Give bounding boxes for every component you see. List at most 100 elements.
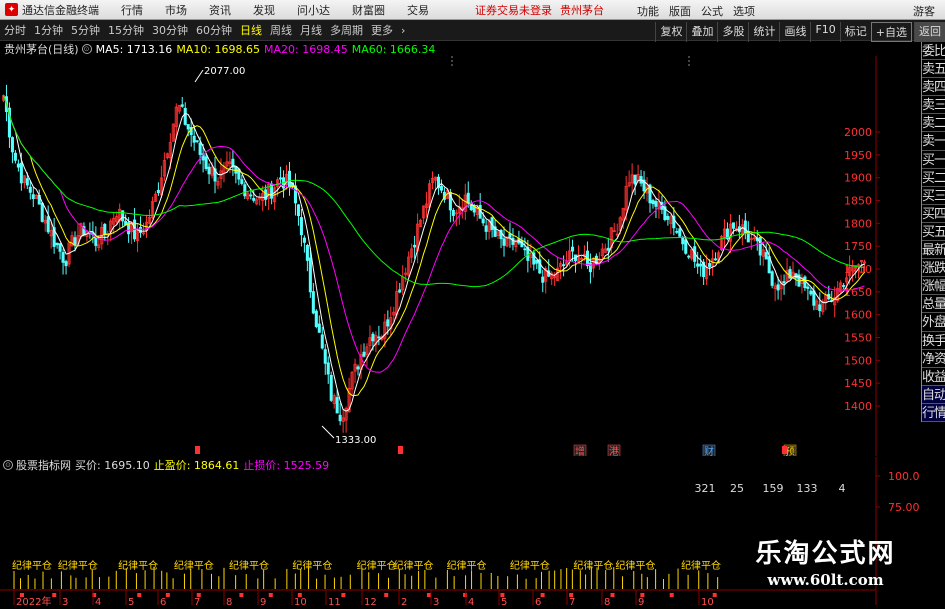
sidebar-item[interactable]: 卖二 xyxy=(922,114,945,133)
sidebar-item[interactable]: 委比 xyxy=(922,42,945,61)
menu-options[interactable]: 选项 xyxy=(733,3,755,19)
sidebar-item[interactable]: 收益 xyxy=(922,368,945,386)
menu-item-market[interactable]: 市场 xyxy=(165,2,187,18)
price-tick-label: 1800 xyxy=(844,217,872,230)
menu-formula[interactable]: 公式 xyxy=(701,3,723,19)
period-tab[interactable]: 1分钟 xyxy=(30,22,67,38)
tool-overlay[interactable]: 叠加 xyxy=(686,22,717,42)
candle-body xyxy=(55,242,59,246)
tool-stats[interactable]: 统计 xyxy=(748,22,779,42)
candle-body xyxy=(743,220,747,234)
sidebar-item[interactable]: 自动 xyxy=(922,385,945,404)
period-tab[interactable]: 分时 xyxy=(0,22,30,38)
period-tab-more[interactable]: 更多 xyxy=(367,22,397,38)
x-tick-label: 8 xyxy=(226,597,232,608)
sidebar-item[interactable]: 卖五 xyxy=(922,60,945,79)
candle-body xyxy=(338,414,342,422)
event-marker-label: 增 xyxy=(575,445,585,456)
period-tab[interactable]: 15分钟 xyxy=(104,22,148,38)
price-tick-label: 1850 xyxy=(844,195,872,208)
tool-mark[interactable]: 标记 xyxy=(839,22,871,42)
candle-body xyxy=(764,252,768,260)
sidebar-item[interactable]: 卖四 xyxy=(922,78,945,97)
menu-item-assistant[interactable]: 问小达 xyxy=(297,2,330,18)
guest-user[interactable]: 游客 xyxy=(913,3,935,19)
signal-text: 纪律平仓 xyxy=(58,559,98,572)
candle-body xyxy=(731,222,735,229)
sidebar-item[interactable]: 买四 xyxy=(922,205,945,223)
sidebar-item[interactable]: 行情 xyxy=(922,403,945,422)
login-alert[interactable]: 证券交易未登录 xyxy=(475,2,552,18)
sidebar-item[interactable]: 卖三 xyxy=(922,96,945,115)
signal-count: 133 xyxy=(797,482,818,495)
period-tab[interactable]: 30分钟 xyxy=(148,22,192,38)
x-tick-label: 7 xyxy=(569,597,575,608)
signal-count: 321 xyxy=(695,482,716,495)
candle-body xyxy=(684,239,688,254)
period-tab[interactable]: 60分钟 xyxy=(192,22,236,38)
sidebar-item[interactable]: 买二 xyxy=(922,169,945,187)
candlestick-chart[interactable]: 2000195019001850180017501700165016001550… xyxy=(0,56,920,456)
chevron-right-icon[interactable]: › xyxy=(397,24,409,37)
menu-item-trade[interactable]: 交易 xyxy=(407,2,429,18)
period-tab[interactable]: 5分钟 xyxy=(67,22,104,38)
app-window: ✦ 通达信金融终端 行情 市场 资讯 发现 问小达 财富圈 交易 证券交易未登录… xyxy=(0,0,945,609)
sidebar-item[interactable]: 总量 xyxy=(922,295,945,314)
sidebar-item[interactable]: 涨幅 xyxy=(922,277,945,296)
tool-draw[interactable]: 画线 xyxy=(779,22,810,42)
price-tick-label: 1450 xyxy=(844,377,872,390)
candle-body xyxy=(782,281,786,284)
tool-add-watchlist[interactable]: +自选 xyxy=(870,22,912,42)
sidebar-item[interactable]: 买一 xyxy=(922,151,945,169)
candle-body xyxy=(651,200,655,205)
candle-body xyxy=(523,248,527,251)
candle-body xyxy=(356,366,360,370)
candle-body xyxy=(714,258,718,261)
candle-body xyxy=(308,257,312,293)
signal-marker xyxy=(268,593,273,597)
candle-body xyxy=(195,140,199,143)
signal-marker xyxy=(341,593,346,597)
menu-function[interactable]: 功能 xyxy=(637,3,659,19)
candle-body xyxy=(296,204,300,217)
menu-item-quotes[interactable]: 行情 xyxy=(121,2,143,18)
sidebar-item[interactable]: 净资 xyxy=(922,350,945,368)
settings-circle-icon[interactable]: ⊙ xyxy=(81,44,92,54)
x-tick-label: 4 xyxy=(95,597,101,608)
candle-body xyxy=(25,178,29,186)
candle-body xyxy=(606,247,610,251)
event-flag xyxy=(195,446,200,454)
candle-body xyxy=(675,230,679,233)
menu-item-discover[interactable]: 发现 xyxy=(253,2,275,18)
menu-item-wealth[interactable]: 财富圈 xyxy=(352,2,385,18)
sidebar-item[interactable]: 买三 xyxy=(922,187,945,205)
sidebar-item[interactable]: 涨跌 xyxy=(922,259,945,278)
signal-marker xyxy=(239,593,244,597)
candle-body xyxy=(16,163,20,168)
menu-layout[interactable]: 版面 xyxy=(669,3,691,19)
period-tab[interactable]: 月线 xyxy=(296,22,326,38)
period-tab[interactable]: 多周期 xyxy=(326,22,367,38)
period-tab-daily[interactable]: 日线 xyxy=(236,22,266,38)
sidebar-item[interactable]: 换手 xyxy=(922,332,945,350)
tool-f10[interactable]: F10 xyxy=(810,22,839,42)
sidebar-item[interactable]: 买五 xyxy=(922,223,945,242)
menu-item-news[interactable]: 资讯 xyxy=(209,2,231,18)
sidebar-item[interactable]: 卖一 xyxy=(922,132,945,151)
period-tab[interactable]: 周线 xyxy=(266,22,296,38)
x-tick-label: 7 xyxy=(194,597,200,608)
candle-body xyxy=(776,284,780,291)
sidebar-item[interactable]: 外盘 xyxy=(922,313,945,332)
candle-body xyxy=(31,194,35,199)
tool-return[interactable]: 返回 xyxy=(914,22,945,42)
signal-text: 纪律平仓 xyxy=(229,559,269,572)
candle-body xyxy=(371,333,375,342)
candle-body xyxy=(186,124,190,130)
sidebar-item[interactable]: 最新 xyxy=(922,241,945,260)
tool-adjust[interactable]: 复权 xyxy=(655,22,686,42)
price-tick-label: 1750 xyxy=(844,240,872,253)
tool-multi[interactable]: 多股 xyxy=(717,22,748,42)
candle-body xyxy=(61,252,65,263)
candle-body xyxy=(103,223,107,235)
candle-body xyxy=(511,237,515,245)
